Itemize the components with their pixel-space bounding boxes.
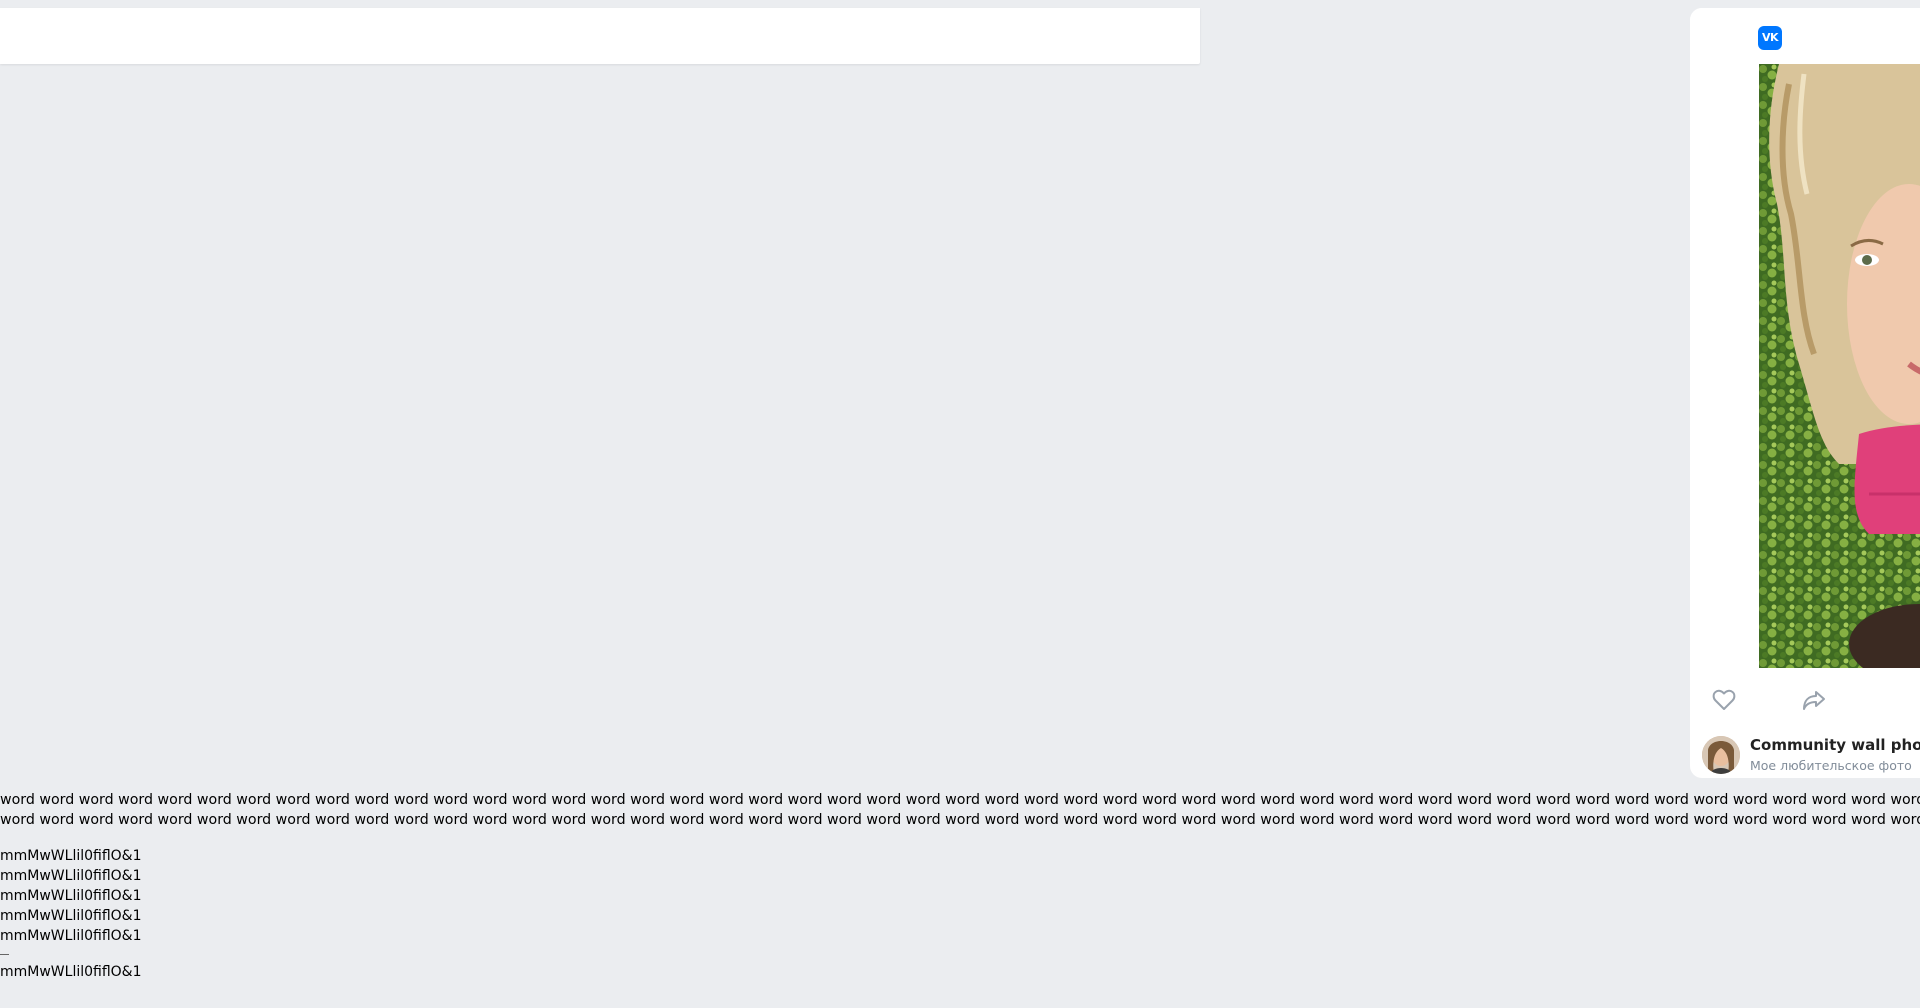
share-arrow-icon[interactable] xyxy=(1800,686,1828,714)
glyph-line: mmMwWLlil0fiflO&1 xyxy=(0,868,142,884)
glyph-test-text: mmMwWLlil0fiflO&1 mmMwWLlil0fiflO&1 mmMw… xyxy=(0,846,142,982)
card-header: VK xyxy=(1690,8,1920,64)
post-photo[interactable] xyxy=(1759,64,1920,668)
separator-dash xyxy=(0,954,9,955)
post-actions xyxy=(1690,676,1920,724)
glyph-line: mmMwWLlil0fiflO&1 xyxy=(0,888,142,904)
post-owner[interactable]: Community wall photo Мое любительское фо… xyxy=(1690,726,1920,778)
word-test-text: word word word word word word word word … xyxy=(0,790,1920,830)
glyph-line: mmMwWLlil0fiflO&1 xyxy=(0,928,142,944)
glyph-line: mmMwWLlil0fiflO&1 xyxy=(0,848,142,864)
glyph-line: mmMwWLlil0fiflO&1 xyxy=(0,964,142,980)
vk-logo-icon[interactable]: VK xyxy=(1758,26,1782,50)
word-line: word word word word word word word word … xyxy=(0,792,1920,808)
glyph-line: mmMwWLlil0fiflO&1 xyxy=(0,908,142,924)
photo-card: VK Community wall pho Мое любительское ф… xyxy=(1690,8,1920,778)
avatar[interactable] xyxy=(1702,736,1740,774)
word-line: word word word word word word word word … xyxy=(0,812,1920,828)
post-description: Мое любительское фото xyxy=(1750,758,1912,773)
heart-icon[interactable] xyxy=(1710,686,1738,714)
post-owner-title[interactable]: Community wall photo xyxy=(1750,736,1920,754)
top-header-bar xyxy=(0,8,1200,64)
